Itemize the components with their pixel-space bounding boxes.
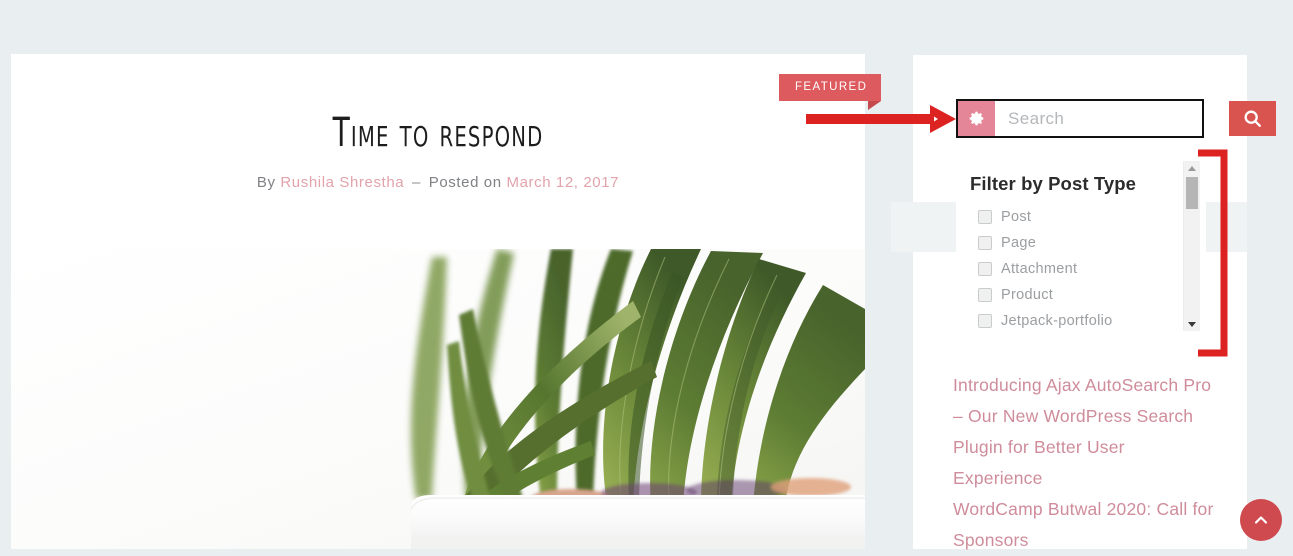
annotation-arrow (806, 105, 956, 133)
search-widget[interactable] (956, 99, 1276, 138)
filter-option-list: Post Page Attachment Product Jetpack-por… (956, 195, 1206, 334)
filter-option-page[interactable]: Page (978, 230, 1206, 256)
plant-photo-illustration (11, 249, 865, 549)
page-title: Time to respond (332, 110, 544, 156)
checkbox[interactable] (978, 236, 992, 250)
filter-option-label: Jetpack-portfolio (1001, 313, 1113, 329)
filter-option-attachment[interactable]: Attachment (978, 256, 1206, 282)
posted-on-label: Posted on (428, 174, 502, 191)
featured-image (11, 249, 865, 549)
post-date-link[interactable]: March 12, 2017 (506, 174, 619, 191)
checkbox[interactable] (978, 314, 992, 328)
checkbox[interactable] (978, 210, 992, 224)
annotation-bracket (1198, 149, 1228, 357)
search-submit-button[interactable] (1229, 101, 1276, 136)
back-to-top-button[interactable] (1240, 499, 1282, 541)
triangle-down-icon (1188, 321, 1196, 327)
search-input[interactable] (995, 101, 1229, 136)
recent-post-link[interactable]: Introducing Ajax AutoSearch Pro – Our Ne… (953, 370, 1215, 494)
post-author-link[interactable]: Rushila Shrestha (280, 174, 404, 191)
triangle-up-icon (1188, 165, 1196, 171)
article-card: Time to respond By Rushila Shrestha – Po… (11, 54, 865, 549)
filter-option-jetpack-portfolio[interactable]: Jetpack-portfolio (978, 308, 1206, 334)
featured-badge: FEATURED (779, 74, 882, 110)
search-icon (1244, 110, 1261, 127)
filter-option-product[interactable]: Product (978, 282, 1206, 308)
filter-option-label: Attachment (1001, 261, 1078, 277)
by-label: By (256, 174, 276, 191)
post-meta: By Rushila Shrestha – Posted on March 12… (11, 154, 865, 191)
meta-separator: – (412, 174, 421, 191)
filter-option-label: Page (1001, 235, 1037, 251)
checkbox[interactable] (978, 262, 992, 276)
gear-icon[interactable] (958, 101, 995, 136)
recent-post-link[interactable]: WordCamp Butwal 2020: Call for Sponsors (953, 494, 1215, 556)
filter-option-label: Product (1001, 287, 1054, 303)
filter-option-label: Post (1001, 209, 1032, 225)
filter-option-post[interactable]: Post (978, 204, 1206, 230)
filter-heading: Filter by Post Type (970, 173, 1137, 194)
chevron-up-icon (1254, 516, 1268, 524)
checkbox[interactable] (978, 288, 992, 302)
gear-glyph (969, 111, 984, 126)
filter-dropdown-panel: Filter by Post Type Post Page Attachment… (956, 155, 1206, 337)
recent-posts-list: Introducing Ajax AutoSearch Pro – Our Ne… (953, 370, 1215, 556)
